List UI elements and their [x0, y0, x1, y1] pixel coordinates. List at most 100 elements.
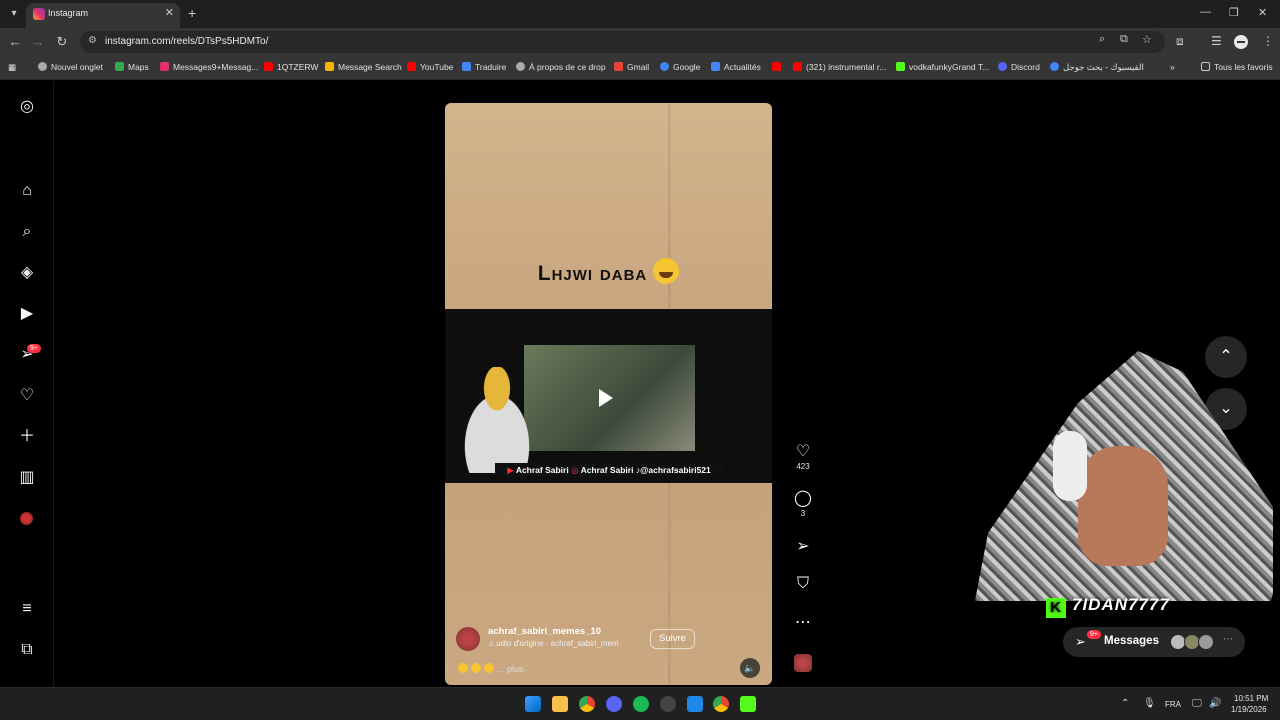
bookmark-facebook-search[interactable]: الفيسبوك - بحث جوجل — [1050, 62, 1144, 73]
apps-grid-icon[interactable]: ▦ — [8, 62, 16, 73]
obs-icon[interactable] — [660, 696, 676, 712]
browser-tab[interactable]: Instagram ✕ — [26, 3, 180, 28]
bookmark-youtube-2[interactable] — [772, 62, 785, 72]
news-icon — [711, 62, 720, 71]
site-info-icon[interactable]: ⚙ — [88, 35, 97, 46]
share-icon[interactable]: ➢ — [790, 536, 816, 556]
volume-icon[interactable]: 🔊 — [1209, 698, 1221, 709]
embedded-video-frame: ▶ Achraf Sabiri ◎ Achraf Sabiri ♪@achraf… — [445, 309, 772, 483]
comment-icon[interactable]: ◯ — [790, 488, 816, 508]
start-icon[interactable] — [525, 696, 541, 712]
messages-button[interactable]: ➢ 9+ Messages ⋯ — [1063, 627, 1245, 657]
audio-label[interactable]: ♫ udio d'origine · achraf_sabiri_mem — [488, 639, 619, 648]
bookmark-traduire[interactable]: Traduire — [462, 62, 506, 72]
bookmark-message-search[interactable]: Message Search — [325, 62, 402, 72]
create-plus-icon[interactable]: ＋ — [17, 427, 37, 447]
menu-kebab-icon[interactable]: ⋮ — [1262, 34, 1274, 48]
app-icon[interactable] — [687, 696, 703, 712]
send-icon: ➢ — [1075, 634, 1086, 649]
reel-description[interactable]: ... plus — [458, 663, 524, 674]
spotify-icon[interactable] — [633, 696, 649, 712]
reel-video[interactable]: Lhjwi daba ▶ Achraf Sabiri ◎ Achraf Sabi… — [445, 103, 772, 685]
network-icon[interactable]: 🖵 — [1192, 698, 1202, 709]
laughing-emoji-icon — [458, 663, 468, 673]
clock-time[interactable]: 10:51 PM — [1234, 694, 1268, 703]
reel-info: achraf_sabiri_memes_10 ♫ udio d'origine … — [456, 625, 766, 681]
url-text[interactable]: instagram.com/reels/DTsPs5HDMTo/ — [105, 36, 268, 47]
bookmark-actualites[interactable]: Actualités — [711, 62, 761, 72]
streamer-name-tag: K 7IDAN7777 — [1046, 595, 1170, 618]
file-explorer-icon[interactable] — [552, 696, 568, 712]
chrome-icon[interactable] — [579, 696, 595, 712]
bookmark-maps[interactable]: Maps — [115, 62, 149, 72]
messages-badge: 9+ — [27, 344, 41, 353]
profile-avatar[interactable] — [20, 512, 33, 525]
instagram-logo-icon[interactable]: ◎ — [17, 97, 37, 117]
audio-thumbnail[interactable] — [794, 654, 812, 672]
avatar — [1198, 634, 1214, 650]
minimize-icon[interactable]: — — [1200, 6, 1211, 18]
close-tab-icon[interactable]: ✕ — [165, 6, 174, 19]
input-language[interactable]: FRA — [1165, 700, 1181, 709]
zoom-icon[interactable]: ⌕ — [1099, 33, 1105, 46]
restore-icon[interactable]: ❐ — [1229, 6, 1239, 19]
author-username[interactable]: achraf_sabiri_memes_10 — [488, 626, 601, 637]
bookmark-a-propos[interactable]: À propos de ce drop — [516, 62, 606, 72]
reload-icon[interactable]: ↻ — [54, 34, 70, 50]
install-app-icon[interactable]: ⧉ — [1120, 33, 1128, 46]
home-icon[interactable]: ⌂ — [17, 181, 37, 201]
bookmark-gmail[interactable]: Gmail — [614, 62, 649, 72]
microphone-icon[interactable]: 🎙 — [1143, 698, 1156, 709]
bookmark-youtube[interactable]: YouTube — [407, 62, 453, 72]
all-bookmarks[interactable]: Tous les favoris — [1201, 62, 1273, 72]
dashboard-icon[interactable]: ▥ — [17, 468, 37, 488]
tray-chevron-icon[interactable]: ⌃ — [1121, 698, 1129, 709]
forward-icon[interactable]: → — [30, 34, 46, 50]
like-count: 423 — [796, 462, 810, 471]
bookmark-discord[interactable]: Discord — [998, 62, 1040, 72]
author-avatar[interactable] — [456, 627, 480, 651]
back-icon[interactable]: ← — [7, 34, 23, 50]
profile-avatar[interactable] — [1234, 35, 1248, 49]
notifications-heart-icon[interactable]: ♡ — [17, 386, 37, 406]
extensions-icon[interactable]: ⧈ — [1176, 34, 1184, 49]
bookmark-messages[interactable]: Messages9+Messag... — [160, 62, 258, 72]
instagram-icon — [160, 62, 169, 71]
play-icon[interactable] — [599, 389, 613, 407]
browser-toolbar: ← → ↻ ⚙ instagram.com/reels/DTsPs5HDMTo/… — [0, 28, 1280, 56]
laughing-emoji-icon — [471, 663, 481, 673]
apps-icon[interactable]: ⧉ — [17, 640, 37, 660]
new-tab-icon[interactable]: + — [188, 5, 196, 21]
bookmark-instrumental[interactable]: (321) instrumental r... — [793, 62, 886, 72]
bookmark-vodkafunky[interactable]: vodkafunkyGrand T... — [896, 62, 989, 72]
reading-list-icon[interactable]: ☰ — [1211, 34, 1222, 48]
laughing-emoji-icon — [653, 258, 680, 284]
reels-icon[interactable]: ▶ — [17, 304, 37, 324]
clock-date[interactable]: 1/19/2026 — [1231, 705, 1267, 714]
bookmarks-overflow-icon[interactable]: » — [1170, 62, 1175, 72]
follow-button[interactable]: Suivre — [650, 629, 695, 649]
tab-search-icon[interactable]: ▾ — [6, 6, 22, 22]
bookmark-star-icon[interactable]: ☆ — [1142, 33, 1152, 46]
more-menu-icon[interactable]: ≡ — [17, 599, 37, 619]
discord-icon[interactable] — [606, 696, 622, 712]
youtube-icon — [772, 62, 781, 71]
chrome-active-icon[interactable] — [713, 696, 729, 712]
close-window-icon[interactable]: ✕ — [1258, 6, 1267, 19]
search-icon[interactable]: ⌕ — [17, 222, 37, 242]
kick-icon[interactable] — [740, 696, 756, 712]
bookmark-1qtzerw[interactable]: 1QTZERW — [264, 62, 318, 72]
instagram-reels-page: ◎ ⌂ ⌕ ◈ ▶ ➢ 9+ ♡ ＋ ▥ ≡ ⧉ Lhjwi daba ▶ Ac… — [0, 81, 1280, 687]
more-options-icon[interactable]: ⋯ — [790, 612, 816, 632]
kick-logo-icon: K — [1046, 598, 1066, 618]
explore-icon[interactable]: ◈ — [17, 263, 37, 283]
bookmark-nouvel-onglet[interactable]: Nouvel onglet — [38, 62, 103, 72]
bookmark-google[interactable]: Google — [660, 62, 700, 72]
windows-taskbar: ⌃ 🎙 FRA 🖵 🔊 10:51 PM 1/19/2026 — [0, 687, 1280, 720]
like-heart-icon[interactable]: ♡ — [790, 441, 816, 461]
chart-icon — [325, 62, 334, 71]
volume-icon[interactable]: 🔈 — [740, 658, 760, 678]
youtube-icon: ▶ — [507, 465, 514, 475]
address-bar[interactable]: ⚙ instagram.com/reels/DTsPs5HDMTo/ — [80, 31, 1165, 53]
save-bookmark-icon[interactable]: ⛉ — [790, 575, 816, 593]
